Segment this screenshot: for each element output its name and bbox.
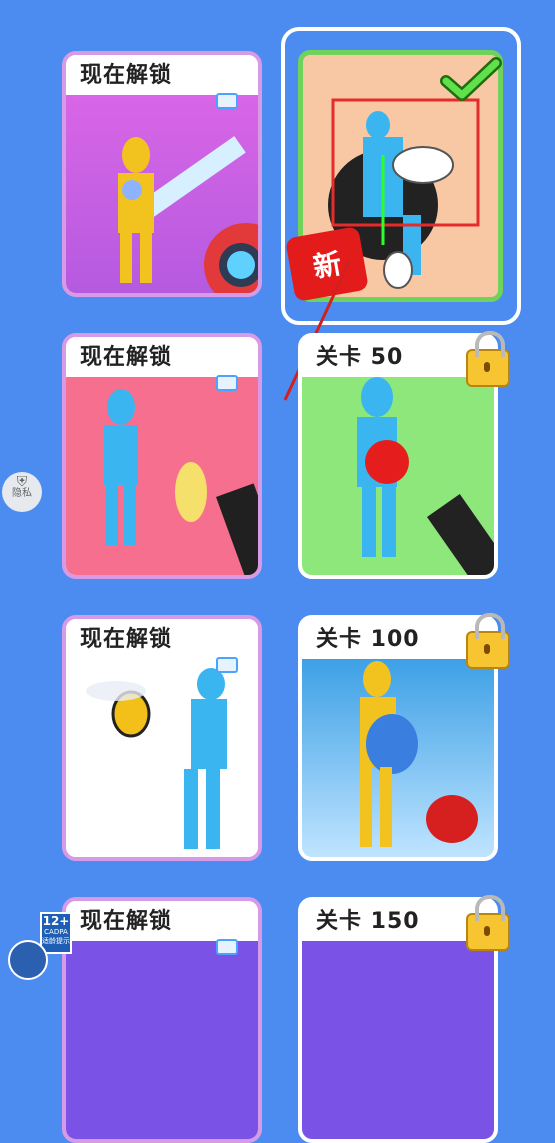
level-art — [66, 659, 258, 857]
card-title: 关卡 100 — [316, 627, 420, 652]
level-art — [66, 941, 258, 1139]
check-icon — [440, 57, 502, 101]
age-rating-top: 12+ — [42, 914, 70, 928]
privacy-label: 隐私 — [12, 488, 32, 499]
level-art — [302, 377, 494, 575]
ad-video-icon — [216, 657, 238, 673]
shield-icon: ⛨ — [16, 474, 28, 490]
lock-icon — [466, 331, 510, 387]
card-title: 现在解锁 — [80, 345, 173, 370]
card-unlock-1[interactable]: 现在解锁 — [62, 51, 262, 297]
card-title: 现在解锁 — [80, 909, 173, 934]
ad-video-icon — [216, 375, 238, 391]
lock-icon — [466, 613, 510, 669]
age-rating-badge: 12+ CADPA 适龄提示 — [40, 912, 72, 954]
ad-video-icon — [216, 939, 238, 955]
card-title: 关卡 50 — [316, 345, 404, 370]
level-art — [66, 377, 258, 575]
level-art — [66, 95, 258, 293]
ad-video-icon — [216, 93, 238, 109]
card-unlock-2[interactable]: 现在解锁 — [62, 333, 262, 579]
age-rating-mid: CADPA — [44, 928, 68, 936]
avatar[interactable] — [8, 940, 48, 980]
level-art — [302, 941, 494, 1139]
card-title: 现在解锁 — [80, 627, 173, 652]
age-rating-bottom: 适龄提示 — [42, 937, 70, 945]
card-title: 现在解锁 — [80, 63, 173, 88]
privacy-button[interactable]: ⛨ 隐私 — [2, 472, 42, 512]
card-title: 关卡 150 — [316, 909, 420, 934]
card-unlock-3[interactable]: 现在解锁 — [62, 615, 262, 861]
level-art — [302, 659, 494, 857]
lock-icon — [466, 895, 510, 951]
card-unlock-4[interactable]: 现在解锁 — [62, 897, 262, 1143]
